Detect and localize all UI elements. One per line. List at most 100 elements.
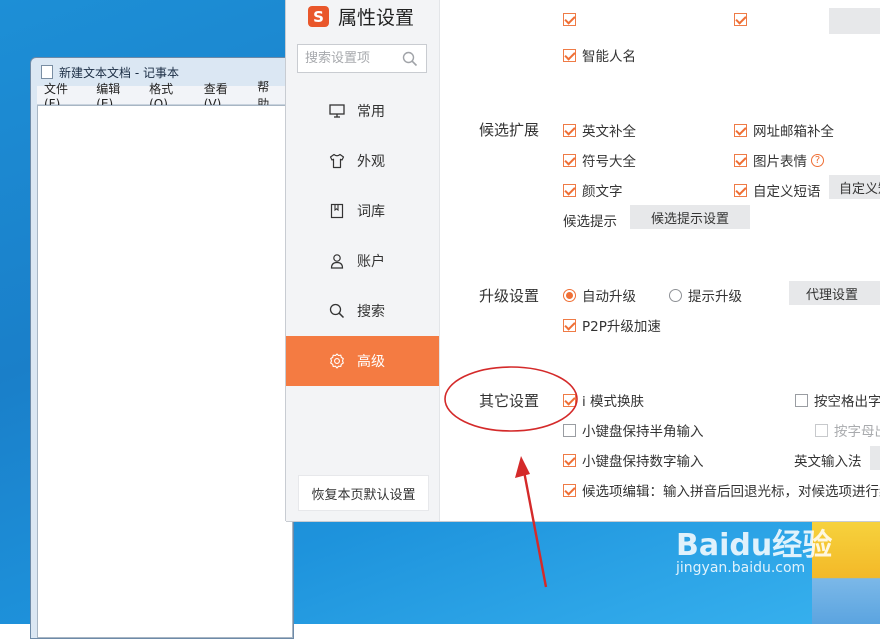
option-i-mode-skin[interactable]: i 模式换肤 (563, 390, 644, 410)
notepad-title: 新建文本文档 - 记事本 (59, 65, 179, 80)
option-label: 小键盘保持半角输入 (582, 424, 704, 440)
option-label: 按空格出字 (814, 394, 880, 410)
option-smart-name[interactable]: 智能人名 (563, 45, 636, 65)
nav-label: 搜索 (357, 304, 385, 320)
book-icon (330, 203, 344, 219)
settings-content: 智能人名 候选扩展 英文补全 网址邮箱补全 符号大全 图片表情 ? 颜文字 自定… (439, 0, 880, 521)
gear-icon (330, 353, 344, 369)
checkbox-kaomoji[interactable] (563, 183, 576, 197)
settings-search-input[interactable] (303, 50, 407, 67)
checkbox-image-emoji[interactable] (734, 153, 747, 167)
checkbox-p2p-upgrade[interactable] (563, 318, 576, 332)
button-label: 代理设置 (805, 287, 858, 303)
partial-top-button[interactable] (829, 8, 880, 34)
checkbox-smart-name[interactable] (563, 48, 576, 62)
option-auto-upgrade[interactable]: 自动升级 (563, 285, 636, 305)
option-p2p-upgrade[interactable]: P2P升级加速 (563, 315, 661, 335)
candidate-hint-settings-button[interactable]: 候选提示设置 (630, 205, 750, 229)
notepad-text-area[interactable] (37, 105, 293, 638)
radio-prompt-upgrade[interactable] (669, 288, 682, 302)
nav-item-appearance[interactable]: 外观 (286, 136, 439, 186)
section-candidate-extension: 候选扩展 (479, 121, 540, 139)
checkbox-numpad-digits[interactable] (563, 453, 576, 467)
option-label: P2P升级加速 (582, 319, 661, 335)
restore-defaults-button[interactable]: 恢复本页默认设置 (298, 475, 429, 511)
option-label: 英文补全 (582, 124, 636, 140)
candidate-hint-label: 候选提示 (563, 214, 617, 230)
checkbox-symbols[interactable] (563, 153, 576, 167)
settings-search-box (297, 44, 427, 73)
search-icon[interactable] (402, 51, 418, 67)
option-image-emoji[interactable]: 图片表情 ? (734, 150, 824, 170)
checkbox-url-email-complete[interactable] (734, 123, 747, 137)
option-label: 小键盘保持数字输入 (582, 454, 704, 470)
checkbox-letter-output[interactable] (815, 423, 828, 437)
option-label: 智能人名 (582, 49, 636, 65)
nav-item-dictionary[interactable]: 词库 (286, 186, 439, 236)
help-icon[interactable]: ? (811, 153, 824, 167)
nav-item-common[interactable]: 常用 (286, 86, 439, 136)
option-label: 网址邮箱补全 (753, 124, 834, 140)
option-space-output[interactable]: 按空格出字 (795, 390, 880, 410)
option-kaomoji[interactable]: 颜文字 (563, 180, 623, 200)
checkbox-partial-top-left[interactable] (563, 13, 576, 26)
sogou-logo-icon: S (308, 6, 329, 27)
option-label: 图片表情 (753, 154, 807, 170)
nav-label: 常用 (357, 104, 385, 120)
baidu-watermark: Baidu经验 jingyan.baidu.com (676, 520, 832, 576)
english-ime-label: 英文输入法 (794, 454, 862, 470)
settings-title: 属性设置 (338, 7, 415, 29)
user-icon (330, 254, 344, 269)
brand: S 属性设置 (308, 3, 414, 30)
nav-label: 账户 (357, 254, 385, 270)
checkbox-numpad-halfwidth[interactable] (563, 423, 576, 437)
option-label: i 模式换肤 (582, 394, 645, 410)
settings-sidebar: S 属性设置 常用 外观 (286, 0, 440, 521)
monitor-icon (329, 104, 345, 118)
radio-auto-upgrade[interactable] (563, 288, 576, 302)
option-numpad-halfwidth[interactable]: 小键盘保持半角输入 (563, 420, 704, 440)
option-english-complete[interactable]: 英文补全 (563, 120, 636, 140)
option-prompt-upgrade[interactable]: 提示升级 (669, 285, 742, 305)
nav-item-search[interactable]: 搜索 (286, 286, 439, 336)
option-url-email-complete[interactable]: 网址邮箱补全 (734, 120, 834, 140)
notepad-menubar: 文件(F) 编辑(E) 格式(O) 查看(V) 帮助 (37, 80, 287, 111)
option-label: 提示升级 (688, 289, 742, 305)
option-label: 自定义短语 (753, 184, 821, 200)
section-other: 其它设置 (479, 392, 540, 410)
checkbox-i-mode-skin[interactable] (563, 393, 576, 407)
option-letter-output[interactable]: 按字母出 (815, 420, 880, 440)
checkbox-partial-top-right[interactable] (734, 13, 747, 26)
option-partial-top-right[interactable] (734, 13, 753, 26)
english-ime-select[interactable] (870, 446, 880, 470)
option-label: 自动升级 (582, 289, 636, 305)
option-label: 候选项编辑：输入拼音后回退光标，对候选项进行编辑 (582, 484, 880, 500)
option-label: 按字母出 (834, 424, 880, 440)
option-candidate-edit[interactable]: 候选项编辑：输入拼音后回退光标，对候选项进行编辑 (563, 480, 880, 500)
nav-label: 词库 (357, 204, 385, 220)
nav-item-advanced[interactable]: 高级 (286, 336, 439, 386)
nav-label: 外观 (357, 154, 385, 170)
option-partial-top-left[interactable] (563, 13, 582, 26)
checkbox-space-output[interactable] (795, 393, 808, 407)
checkbox-candidate-edit[interactable] (563, 483, 576, 497)
option-label: 颜文字 (582, 184, 623, 200)
nav-item-account[interactable]: 账户 (286, 236, 439, 286)
notepad-icon (41, 65, 53, 79)
option-symbols[interactable]: 符号大全 (563, 150, 636, 170)
settings-window: S 属性设置 常用 外观 (286, 0, 880, 521)
nav-label: 高级 (357, 354, 385, 370)
checkbox-custom-phrase[interactable] (734, 183, 747, 197)
search-icon (329, 303, 345, 319)
settings-nav: 常用 外观 词库 账户 搜索 高级 (286, 86, 439, 386)
watermark-logo: Baidu经验 (676, 528, 833, 563)
shirt-icon (329, 153, 345, 169)
checkbox-english-complete[interactable] (563, 123, 576, 137)
notepad-window: 新建文本文档 - 记事本 文件(F) 编辑(E) 格式(O) 查看(V) 帮助 (30, 57, 294, 639)
option-numpad-digits[interactable]: 小键盘保持数字输入 (563, 450, 704, 470)
option-label: 符号大全 (582, 154, 636, 170)
option-custom-phrase[interactable]: 自定义短语 (734, 180, 821, 200)
section-upgrade: 升级设置 (479, 287, 540, 305)
proxy-settings-button[interactable]: 代理设置 (789, 281, 880, 305)
custom-phrase-settings-button[interactable]: 自定义短语设置 (829, 175, 880, 199)
